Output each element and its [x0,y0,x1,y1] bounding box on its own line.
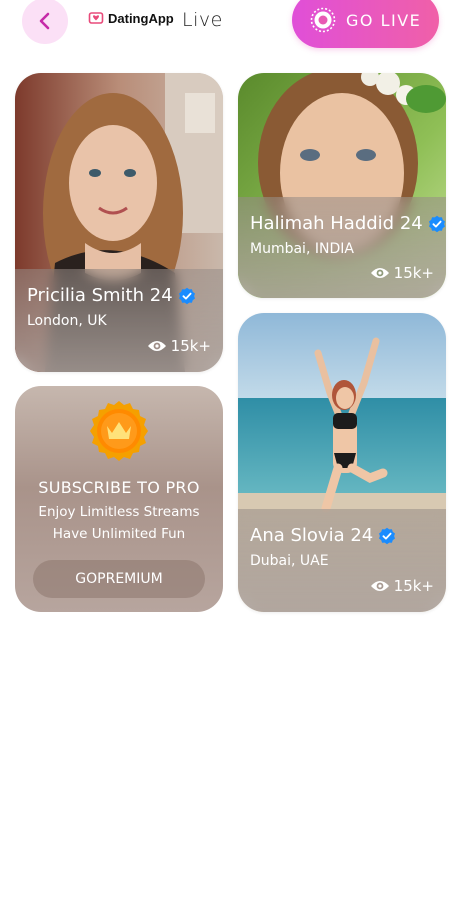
view-count: 15k+ [147,337,211,355]
eye-icon [147,341,166,351]
back-button[interactable] [22,0,68,44]
eye-icon [370,581,389,591]
verified-badge-icon [379,527,396,544]
name-row: Halimah Haddid 24 [250,213,446,234]
stream-info-panel: Halimah Haddid 24 Mumbai, INDIA 15k+ [238,197,446,298]
promo-line-1: Enjoy Limitless Streams [38,504,200,520]
promo-title: SUBSCRIBE TO PRO [38,478,200,497]
back-icon [39,12,50,30]
live-broadcast-icon [310,7,336,33]
streamer-location: Mumbai, INDIA [250,241,354,257]
verified-badge-icon [428,215,445,232]
app-logo: DatingApp [88,10,174,26]
streamer-name: Halimah Haddid 24 [250,213,423,234]
verified-badge-icon [178,287,195,304]
streamer-name: Ana Slovia 24 [250,525,374,546]
streamer-location: London, UK [27,313,107,329]
header: DatingApp Live GO LIVE [0,0,461,60]
streamer-name: Pricilia Smith 24 [27,285,173,306]
name-row: Pricilia Smith 24 [27,285,196,306]
dating-app-logo-icon [88,12,104,24]
view-count: 15k+ [370,577,434,595]
go-live-label: GO LIVE [346,10,422,30]
go-premium-button[interactable]: GOPREMIUM [33,560,205,598]
stream-card[interactable]: Pricilia Smith 24 London, UK 15k+ [15,73,223,372]
stream-info-panel: Ana Slovia 24 Dubai, UAE 15k+ [238,509,446,612]
stream-card[interactable]: Halimah Haddid 24 Mumbai, INDIA 15k+ [238,73,446,298]
go-live-button[interactable]: GO LIVE [292,0,439,48]
view-count-label: 15k+ [170,337,211,355]
stream-card[interactable]: Ana Slovia 24 Dubai, UAE 15k+ [238,313,446,612]
subscribe-pro-card: SUBSCRIBE TO PRO Enjoy Limitless Streams… [15,386,223,612]
view-count-label: 15k+ [393,577,434,595]
crown-icon [90,401,148,461]
logo-text: DatingApp [108,10,174,26]
view-count-label: 15k+ [393,264,434,282]
eye-icon [370,268,389,278]
view-count: 15k+ [370,264,434,282]
page-title: Live [182,9,223,31]
name-row: Ana Slovia 24 [250,525,396,546]
stream-info-panel: Pricilia Smith 24 London, UK 15k+ [15,269,223,372]
streamer-location: Dubai, UAE [250,553,329,569]
promo-line-2: Have Unlimited Fun [52,526,186,542]
